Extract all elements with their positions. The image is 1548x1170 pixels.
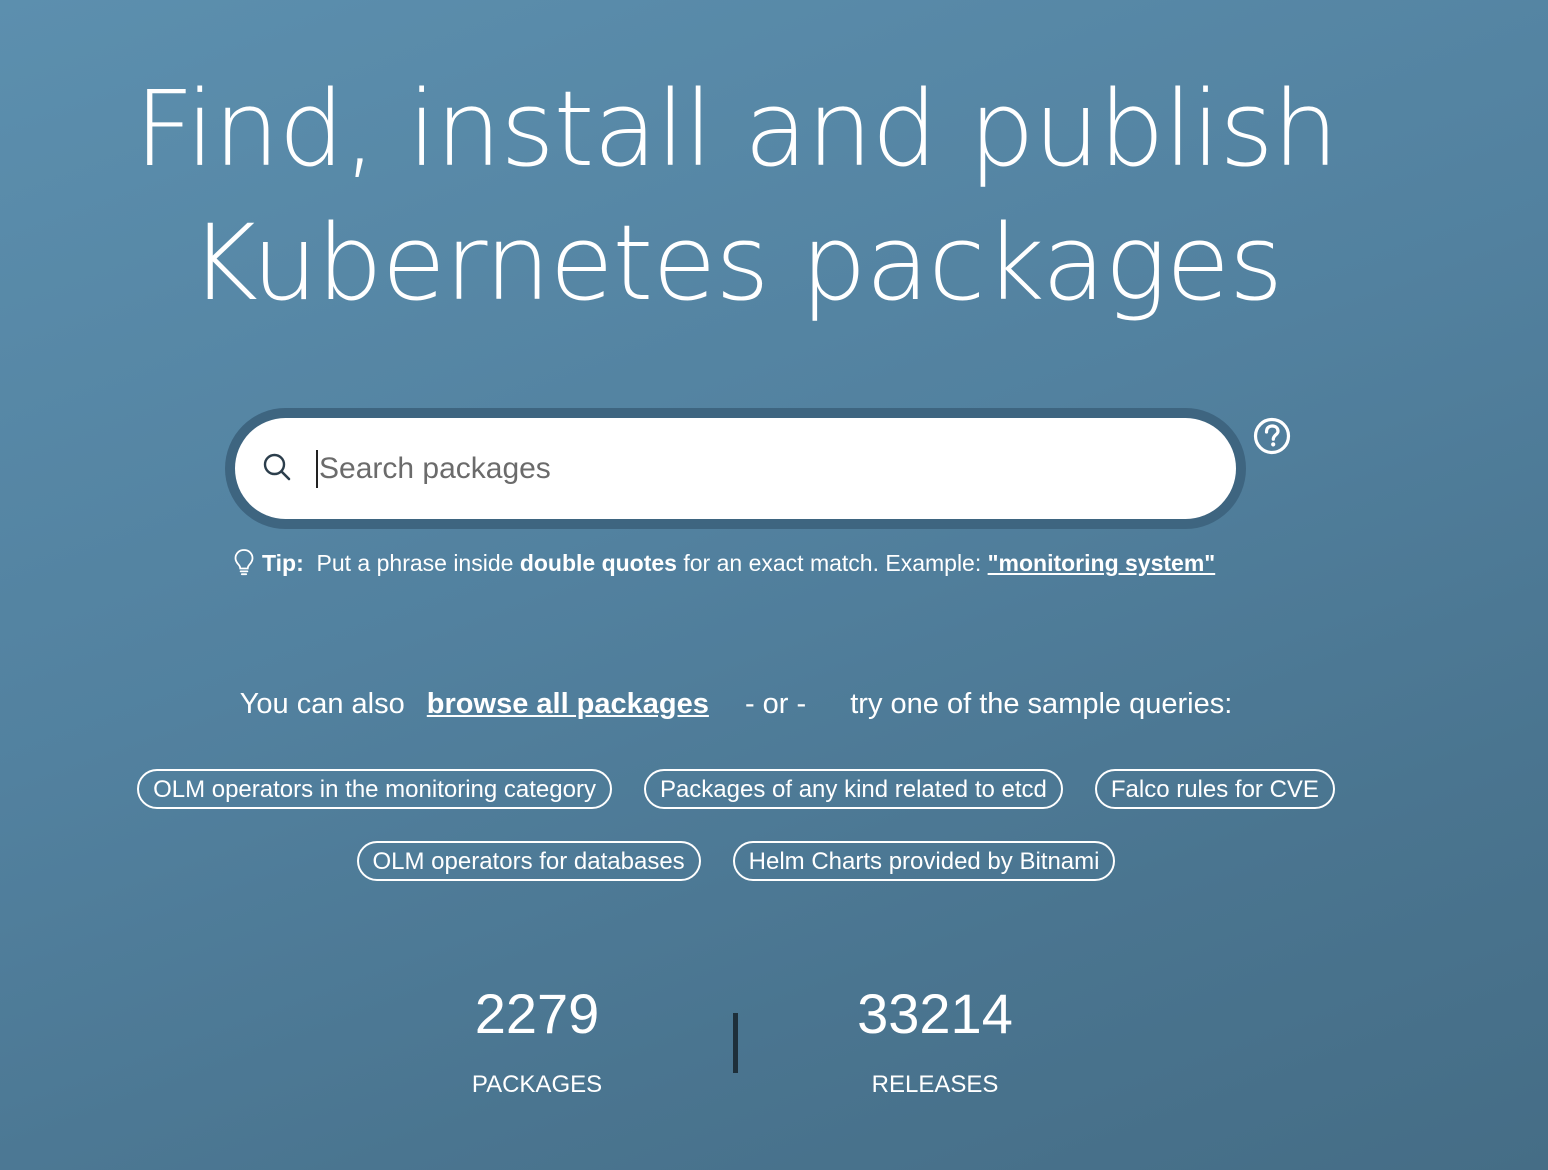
sample-query-chip[interactable]: OLM operators in the monitoring category <box>137 769 612 809</box>
tip-text-after: for an exact match. Example: <box>683 550 982 576</box>
lightbulb-icon <box>234 549 254 576</box>
sample-queries-row-2: OLM operators for databases Helm Charts … <box>0 841 1472 881</box>
browse-all-packages-link[interactable]: browse all packages <box>427 688 709 720</box>
hero-title-line-1: Find, install and publish <box>134 68 1338 190</box>
packages-label: PACKAGES <box>471 1071 603 1098</box>
browse-prompt: You can also browse all packages - or - … <box>0 684 1472 724</box>
search-tip: Tip: Put a phrase inside double quotes f… <box>232 546 1215 580</box>
question-circle-icon[interactable] <box>1252 416 1292 456</box>
tip-text-before: Put a phrase inside <box>316 550 514 576</box>
releases-label: RELEASES <box>871 1071 999 1098</box>
browse-prefix: You can also <box>239 688 405 720</box>
search-icon <box>263 453 291 481</box>
releases-stat: 33214 RELEASES <box>835 982 1035 1100</box>
sample-query-chip[interactable]: Packages of any kind related to etcd <box>643 769 1063 809</box>
search-input[interactable] <box>317 440 1201 498</box>
sample-query-chip[interactable]: Falco rules for CVE <box>1094 769 1335 809</box>
sample-queries-row-1: OLM operators in the monitoring category… <box>0 769 1472 809</box>
hero-title: Find, install and publish Kubernetes pac… <box>0 62 1472 330</box>
browse-suffix: try one of the sample queries: <box>850 688 1233 720</box>
sample-query-chip[interactable]: OLM operators for databases <box>356 841 701 881</box>
search-box[interactable] <box>235 418 1236 519</box>
stats-divider <box>733 1013 738 1073</box>
example-query-link[interactable]: "monitoring system" <box>988 550 1216 576</box>
tip-label: Tip: <box>262 550 304 576</box>
tip-bold-text: double quotes <box>519 550 677 576</box>
packages-count: 2279 <box>474 982 600 1045</box>
hero-title-line-2: Kubernetes packages <box>189 202 1283 324</box>
browse-or: - or - <box>744 688 807 720</box>
releases-count: 33214 <box>857 982 1013 1045</box>
search-bar <box>225 408 1246 529</box>
sample-query-chip[interactable]: Helm Charts provided by Bitnami <box>732 841 1116 881</box>
packages-stat: 2279 PACKAGES <box>437 982 637 1100</box>
